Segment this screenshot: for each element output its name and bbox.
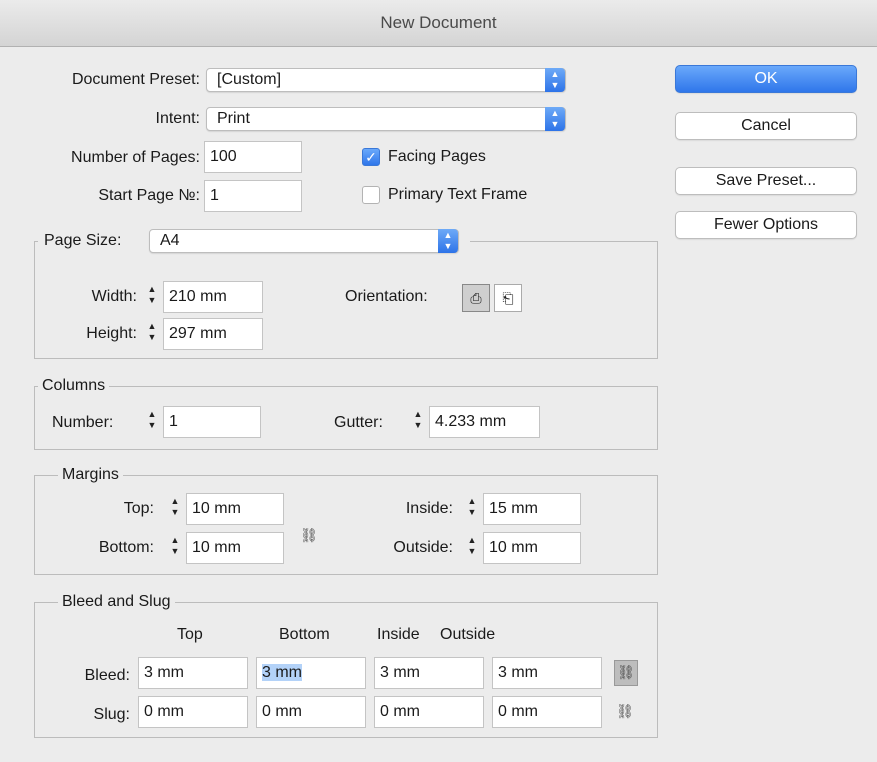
bleed-label: Bleed: xyxy=(84,667,130,684)
gutter-stepper-icon[interactable]: ▲ ▼ xyxy=(408,406,428,438)
primary-text-frame-checkbox[interactable] xyxy=(362,186,380,204)
page-size-select[interactable]: A4 ▲ ▼ xyxy=(149,229,459,253)
margins-link-icon[interactable]: ⛓ xyxy=(300,524,318,546)
margin-inside-stepper-icon[interactable]: ▲ ▼ xyxy=(462,493,482,525)
columns-number-input[interactable]: 1 xyxy=(163,406,261,438)
margin-outside-stepper-icon[interactable]: ▲ ▼ xyxy=(462,532,482,564)
width-label: Width: xyxy=(91,288,137,305)
start-page-input[interactable]: 1 xyxy=(204,180,302,212)
page-size-label: Page Size: xyxy=(44,232,122,249)
margin-outside-input[interactable]: 10 mm xyxy=(483,532,581,564)
page-size-value: A4 xyxy=(160,232,180,249)
bleed-header-top: Top xyxy=(177,626,203,643)
margin-bottom-input[interactable]: 10 mm xyxy=(186,532,284,564)
width-stepper-icon[interactable]: ▲ ▼ xyxy=(142,281,162,313)
slug-outside-input[interactable]: 0 mm xyxy=(492,696,602,728)
bleed-bottom-selected-text: 3 mm xyxy=(262,664,302,681)
slug-top-input[interactable]: 0 mm xyxy=(138,696,248,728)
bleed-header-outside: Outside xyxy=(440,626,496,643)
select-arrows-icon: ▲ ▼ xyxy=(438,229,458,253)
gutter-label: Gutter: xyxy=(334,414,383,431)
height-label: Height: xyxy=(86,325,137,342)
bleed-header-bottom: Bottom xyxy=(279,626,330,643)
select-arrows-icon: ▲ ▼ xyxy=(545,68,565,92)
facing-pages-label: Facing Pages xyxy=(388,148,486,165)
margin-inside-label: Inside: xyxy=(405,500,453,517)
margin-top-stepper-icon[interactable]: ▲ ▼ xyxy=(165,493,185,525)
facing-pages-checkbox[interactable]: ✓ xyxy=(362,148,380,166)
margins-legend: Margins xyxy=(58,466,123,484)
primary-text-frame-label: Primary Text Frame xyxy=(388,186,528,203)
columns-legend: Columns xyxy=(38,377,110,395)
portrait-orientation-icon[interactable]: ⎙ xyxy=(462,284,490,312)
gutter-input[interactable]: 4.233 mm xyxy=(429,406,540,438)
margin-bottom-stepper-icon[interactable]: ▲ ▼ xyxy=(165,532,185,564)
height-input[interactable]: 297 mm xyxy=(163,318,263,350)
slug-link-icon[interactable]: ⛓ xyxy=(616,700,634,722)
intent-label: Intent: xyxy=(155,110,200,127)
bleed-slug-legend: Bleed and Slug xyxy=(58,593,175,611)
intent-select[interactable]: Print ▲ ▼ xyxy=(206,107,566,131)
ok-button[interactable]: OK xyxy=(675,65,857,93)
width-input[interactable]: 210 mm xyxy=(163,281,263,313)
pages-input[interactable]: 100 xyxy=(204,141,302,173)
bleed-link-icon[interactable]: ⛓ xyxy=(614,660,638,686)
bleed-inside-input[interactable]: 3 mm xyxy=(374,657,484,689)
height-stepper-icon[interactable]: ▲ ▼ xyxy=(142,318,162,350)
intent-value: Print xyxy=(217,110,250,127)
window-title: New Document xyxy=(380,13,497,32)
select-arrows-icon: ▲ ▼ xyxy=(545,107,565,131)
slug-inside-input[interactable]: 0 mm xyxy=(374,696,484,728)
bleed-top-input[interactable]: 3 mm xyxy=(138,657,248,689)
bleed-outside-input[interactable]: 3 mm xyxy=(492,657,602,689)
margin-top-input[interactable]: 10 mm xyxy=(186,493,284,525)
bleed-bottom-input[interactable]: 3 mm xyxy=(256,657,366,689)
margin-outside-label: Outside: xyxy=(393,539,453,556)
preset-select[interactable]: [Custom] ▲ ▼ xyxy=(206,68,566,92)
columns-number-stepper-icon[interactable]: ▲ ▼ xyxy=(142,406,162,438)
save-preset-button[interactable]: Save Preset... xyxy=(675,167,857,195)
columns-number-label: Number: xyxy=(52,414,114,431)
margin-top-label: Top: xyxy=(123,500,154,517)
bleed-header-inside: Inside xyxy=(377,626,420,643)
cancel-button[interactable]: Cancel xyxy=(675,112,857,140)
orientation-label: Orientation: xyxy=(345,288,428,305)
landscape-orientation-icon[interactable]: ⎗ xyxy=(494,284,522,312)
slug-label: Slug: xyxy=(93,706,130,723)
fewer-options-button[interactable]: Fewer Options xyxy=(675,211,857,239)
margin-inside-input[interactable]: 15 mm xyxy=(483,493,581,525)
pages-label: Number of Pages: xyxy=(71,149,200,166)
slug-bottom-input[interactable]: 0 mm xyxy=(256,696,366,728)
preset-value: [Custom] xyxy=(217,71,282,88)
start-page-label: Start Page №: xyxy=(98,187,200,204)
preset-label: Document Preset: xyxy=(71,71,200,88)
margin-bottom-label: Bottom: xyxy=(98,539,154,556)
